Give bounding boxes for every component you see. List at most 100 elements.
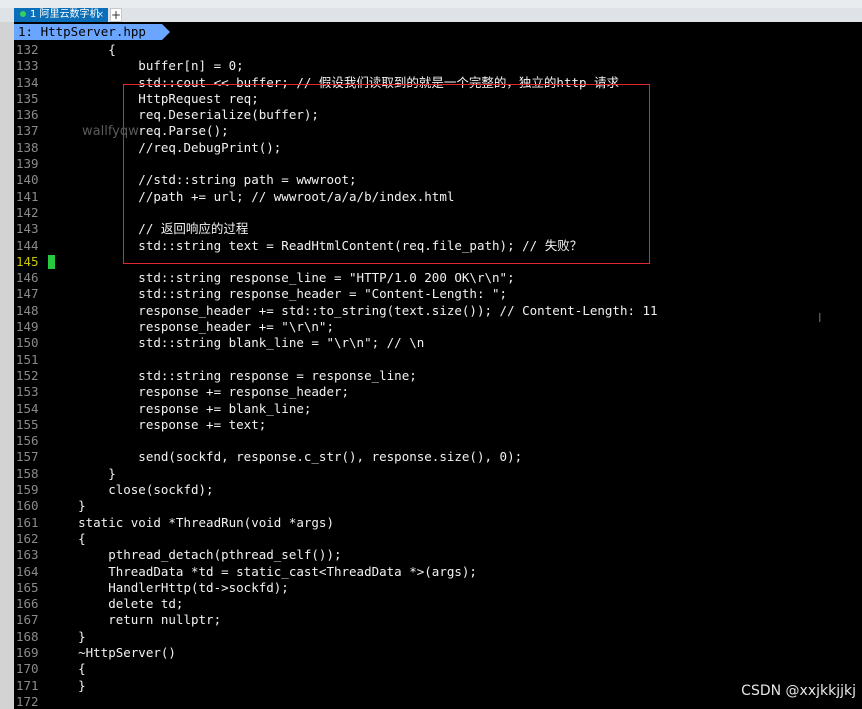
- code-line[interactable]: 158 }: [14, 466, 862, 482]
- line-number: 172: [16, 693, 39, 709]
- line-text: response_header += "\r\n";: [48, 319, 334, 335]
- line-text: response += response_header;: [48, 384, 350, 400]
- code-line[interactable]: 165 HandlerHttp(td->sockfd);: [14, 580, 862, 596]
- line-number: 147: [16, 286, 39, 302]
- line-number: 134: [16, 74, 39, 90]
- session-tab-title: 1 阿里云数字机: [30, 9, 100, 20]
- line-text: }: [48, 628, 86, 644]
- code-line[interactable]: 153 response += response_header;: [14, 384, 862, 400]
- code-line[interactable]: 132 {: [14, 42, 862, 58]
- code-line[interactable]: 169 ~HttpServer(): [14, 645, 862, 661]
- code-line[interactable]: 164 ThreadData *td = static_cast<ThreadD…: [14, 564, 862, 580]
- code-line[interactable]: 172: [14, 694, 862, 709]
- code-line[interactable]: 166 delete td;: [14, 596, 862, 612]
- line-text: buffer[n] = 0;: [48, 58, 244, 74]
- line-text: delete td;: [48, 596, 184, 612]
- code-line[interactable]: 168 }: [14, 629, 862, 645]
- line-text: {: [48, 661, 86, 677]
- code-line[interactable]: 151: [14, 352, 862, 368]
- code-line[interactable]: 150 std::string blank_line = "\r\n"; // …: [14, 335, 862, 351]
- code-line[interactable]: 161 static void *ThreadRun(void *args): [14, 515, 862, 531]
- line-number: 140: [16, 172, 39, 188]
- line-number: 171: [16, 677, 39, 693]
- line-text: }: [48, 677, 86, 693]
- highlight-annotation-box: [123, 84, 650, 264]
- code-line[interactable]: 163 pthread_detach(pthread_self());: [14, 547, 862, 563]
- code-line[interactable]: 170 {: [14, 661, 862, 677]
- line-text: ThreadData *td = static_cast<ThreadData …: [48, 563, 477, 579]
- line-number: 158: [16, 465, 39, 481]
- line-number: 143: [16, 221, 39, 237]
- line-number: 141: [16, 188, 39, 204]
- text-cursor: [48, 254, 55, 269]
- line-text: ~HttpServer(): [48, 644, 176, 660]
- code-line[interactable]: 167 return nullptr;: [14, 612, 862, 628]
- code-line[interactable]: 154 response += blank_line;: [14, 401, 862, 417]
- line-number: 137: [16, 123, 39, 139]
- code-line[interactable]: 171 }: [14, 678, 862, 694]
- line-number: 146: [16, 270, 39, 286]
- line-text: std::string response = response_line;: [48, 367, 417, 383]
- line-number: 151: [16, 351, 39, 367]
- line-number: 152: [16, 367, 39, 383]
- line-number: 132: [16, 42, 39, 57]
- terminal-left-gutter: [0, 22, 14, 709]
- line-number: 156: [16, 433, 39, 449]
- code-line[interactable]: 152 std::string response = response_line…: [14, 368, 862, 384]
- code-line[interactable]: 157 send(sockfd, response.c_str(), respo…: [14, 449, 862, 465]
- line-number: 144: [16, 237, 39, 253]
- line-text: std::string response_line = "HTTP/1.0 20…: [48, 270, 515, 286]
- code-line[interactable]: 155 response += text;: [14, 417, 862, 433]
- session-tab[interactable]: 1 阿里云数字机 ×: [14, 8, 108, 22]
- line-text: {: [48, 530, 86, 546]
- line-number: 163: [16, 547, 39, 563]
- line-text: HandlerHttp(td->sockfd);: [48, 579, 289, 595]
- line-text: return nullptr;: [48, 612, 222, 628]
- line-number: 169: [16, 644, 39, 660]
- line-text: {: [48, 42, 116, 57]
- line-number: 148: [16, 302, 39, 318]
- new-tab-button[interactable]: +: [110, 8, 122, 22]
- line-number: 162: [16, 530, 39, 546]
- line-number: 168: [16, 628, 39, 644]
- code-line[interactable]: 159 close(sockfd);: [14, 482, 862, 498]
- line-number: 155: [16, 416, 39, 432]
- line-number: 170: [16, 661, 39, 677]
- watermark-left: wallfyqw: [82, 124, 139, 139]
- line-number: 164: [16, 563, 39, 579]
- line-text: response += blank_line;: [48, 400, 312, 416]
- tab-close-button[interactable]: ×: [96, 8, 104, 22]
- line-text: std::string response_header = "Content-L…: [48, 286, 508, 302]
- buffer-tabline: 1: HttpServer.hpp: [14, 24, 170, 40]
- line-text: response_header += std::to_string(text.s…: [48, 302, 658, 318]
- code-line[interactable]: 156: [14, 433, 862, 449]
- line-text: }: [48, 465, 116, 481]
- line-number: 160: [16, 498, 39, 514]
- line-number: 133: [16, 58, 39, 74]
- code-line[interactable]: 149 response_header += "\r\n";: [14, 319, 862, 335]
- line-number: 145: [16, 253, 39, 269]
- line-number: 138: [16, 139, 39, 155]
- code-line[interactable]: 160 }: [14, 498, 862, 514]
- code-line[interactable]: 133 buffer[n] = 0;: [14, 58, 862, 74]
- status-dot-icon: [20, 11, 26, 17]
- buffer-tab-httpserver[interactable]: 1: HttpServer.hpp: [14, 24, 170, 40]
- line-number: 135: [16, 90, 39, 106]
- code-line[interactable]: 146 std::string response_line = "HTTP/1.…: [14, 270, 862, 286]
- code-line[interactable]: 147 std::string response_header = "Conte…: [14, 286, 862, 302]
- csdn-watermark: CSDN @xxjkkjjkj: [741, 683, 856, 699]
- line-text: }: [48, 498, 86, 514]
- line-text: close(sockfd);: [48, 482, 214, 498]
- line-number: 166: [16, 596, 39, 612]
- code-line[interactable]: 162 {: [14, 531, 862, 547]
- line-number: 161: [16, 514, 39, 530]
- line-number: 142: [16, 204, 39, 220]
- line-number: 167: [16, 612, 39, 628]
- line-number: 154: [16, 400, 39, 416]
- line-number: 150: [16, 335, 39, 351]
- line-number: 149: [16, 319, 39, 335]
- line-text: pthread_detach(pthread_self());: [48, 547, 342, 563]
- line-text: static void *ThreadRun(void *args): [48, 514, 334, 530]
- code-line[interactable]: 148 response_header += std::to_string(te…: [14, 303, 862, 319]
- line-text: std::string blank_line = "\r\n"; // \n: [48, 335, 425, 351]
